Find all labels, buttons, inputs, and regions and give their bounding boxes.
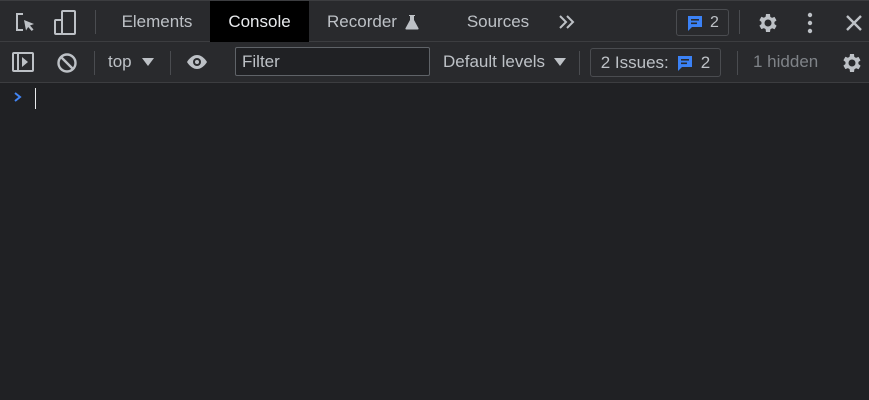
context-selector[interactable]: top [108,42,154,82]
tab-label: Console [228,11,291,31]
filter-input[interactable] [235,47,430,76]
console-prompt-area[interactable] [0,83,869,400]
messages-count: 2 [710,13,719,31]
prompt-chevron-icon [13,91,23,103]
console-toolbar: top Default levels 2 Issues: [0,42,869,83]
toolbar-separator [579,51,580,75]
hidden-messages-count: 1 hidden [753,52,819,71]
live-expression-eye-icon[interactable] [184,53,210,71]
toolbar-separator [95,10,96,34]
tab-label: Recorder [327,11,397,31]
toolbar-separator [737,51,738,75]
tab-recorder[interactable]: Recorder [313,1,433,42]
close-icon[interactable] [843,12,865,34]
caret-down-icon [141,57,154,67]
toolbar-separator [170,51,171,75]
messages-badge[interactable]: 2 [676,9,729,36]
inspect-element-icon[interactable] [13,11,37,35]
tab-console[interactable]: Console [210,1,309,42]
tab-sources[interactable]: Sources [452,1,544,42]
experimental-flask-icon [405,14,419,30]
message-icon [686,14,704,32]
issues-button[interactable]: 2 Issues: 2 [590,48,721,77]
context-value: top [108,52,132,71]
levels-label: Default levels [443,52,546,71]
toolbar-separator [739,10,740,34]
log-levels-dropdown[interactable]: Default levels [443,42,567,82]
issues-count: 2 [700,52,711,72]
device-toolbar-icon[interactable] [52,9,78,37]
show-sidebar-icon[interactable] [11,51,35,73]
issues-label: 2 Issues: [600,52,669,72]
gear-icon[interactable] [755,11,779,35]
devtools-tabbar: Elements Console Recorder Sources 2 [0,0,869,42]
more-tabs-chevron-icon[interactable] [556,12,578,32]
message-icon [676,54,694,72]
devtools-window: Elements Console Recorder Sources 2 top … [0,0,869,400]
text-cursor [35,88,36,109]
kebab-menu-icon[interactable] [798,11,822,35]
clear-console-icon[interactable] [55,51,78,74]
toolbar-separator [94,51,95,75]
tab-label: Sources [466,11,530,31]
tab-elements[interactable]: Elements [106,1,208,42]
console-settings-gear-icon[interactable] [839,51,863,75]
tab-label: Elements [121,11,193,31]
caret-down-icon [554,57,567,67]
